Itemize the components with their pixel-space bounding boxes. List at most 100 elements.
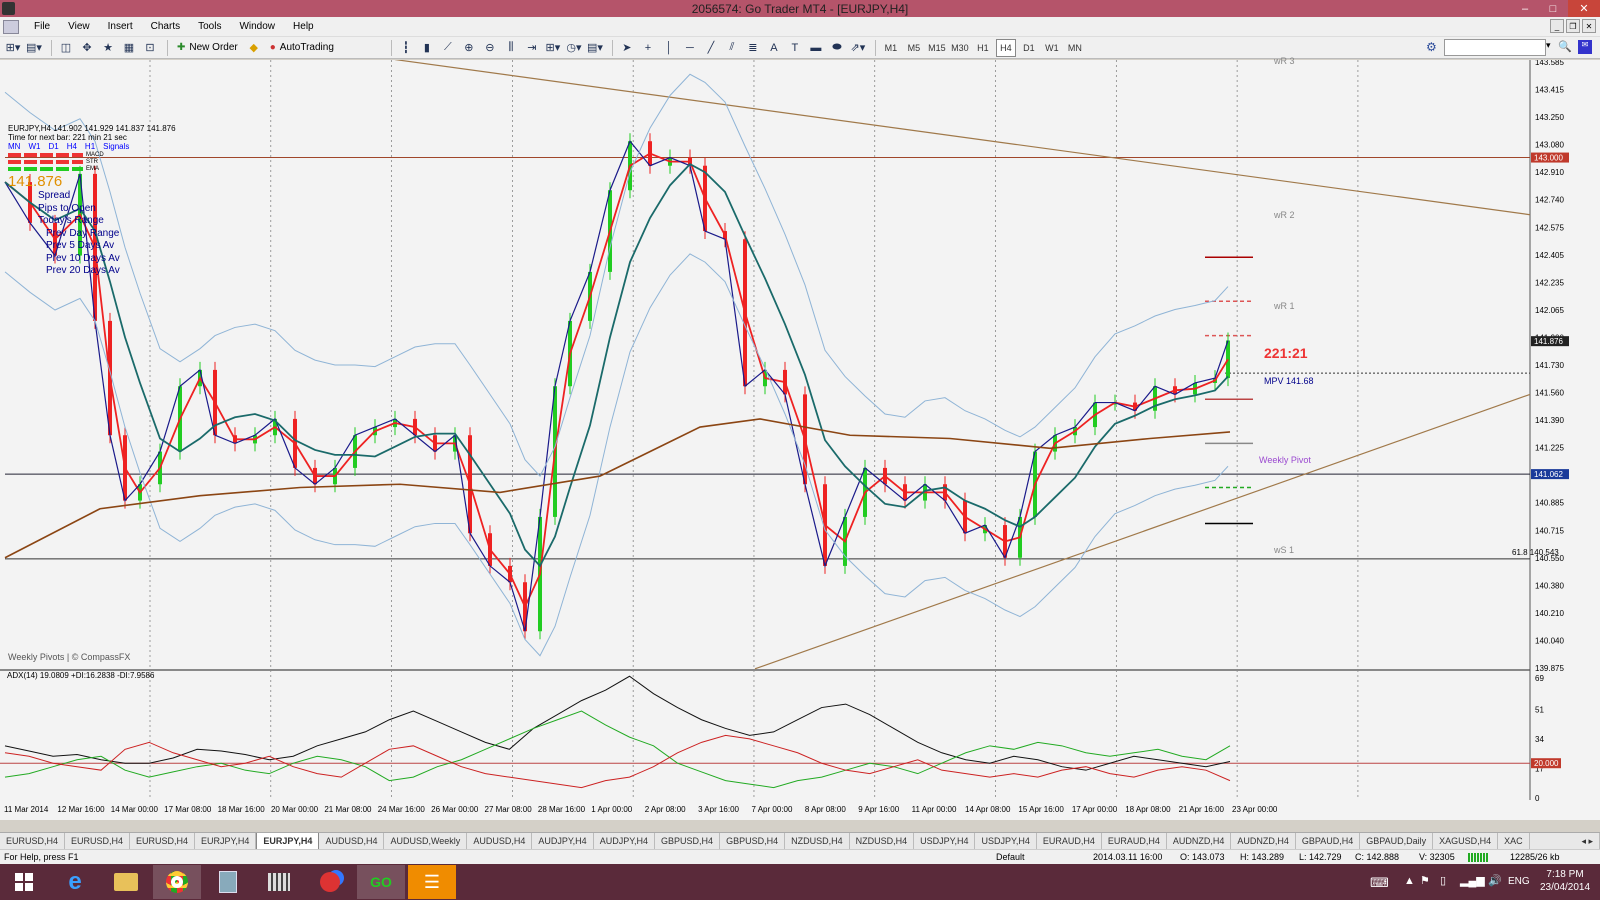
tray-arrow-icon[interactable]: ▲ (1404, 875, 1415, 887)
keyboard-icon[interactable]: ⌨ (1370, 875, 1389, 891)
data-window-icon[interactable]: ✥ (78, 39, 96, 57)
chart-tab[interactable]: EURUSD,H4 (0, 833, 66, 849)
channel-icon[interactable]: ⫽ (723, 39, 741, 57)
chat-icon[interactable]: ✉ (1578, 40, 1592, 54)
mt4-icon[interactable]: GO (357, 865, 405, 899)
menu-charts[interactable]: Charts (142, 21, 189, 32)
trendline-icon[interactable]: ╱ (702, 39, 720, 57)
chart-tab[interactable]: AUDJPY,H4 (594, 833, 656, 849)
chart-window[interactable]: 143.585 143.415 143.250 143.080 142.910 142.7… (0, 56, 1600, 820)
timeframe-d1[interactable]: D1 (1019, 39, 1039, 57)
profiles-icon[interactable]: ▤▾ (25, 39, 43, 57)
text-label-icon[interactable]: T (786, 39, 804, 57)
maximize-button[interactable]: □ (1540, 0, 1566, 17)
timeframe-m5[interactable]: M5 (904, 39, 924, 57)
chart-tab[interactable]: NZDUSD,H4 (850, 833, 915, 849)
chart-tab[interactable]: USDJPY,H4 (975, 833, 1037, 849)
minimize-button[interactable]: – (1512, 0, 1538, 17)
chart-tab[interactable]: NZDUSD,H4 (785, 833, 850, 849)
doc-icon[interactable] (3, 19, 19, 34)
search-input[interactable] (1444, 39, 1546, 56)
menu-help[interactable]: Help (284, 21, 323, 32)
chart-tab[interactable]: USDJPY,H4 (914, 833, 976, 849)
chart-tab[interactable]: XAGUSD,H4 (1433, 833, 1499, 849)
mdi-restore-button[interactable]: ❐ (1566, 19, 1580, 33)
chart-tab[interactable]: GBPAUD,H4 (1296, 833, 1361, 849)
autoscroll-icon[interactable]: ⇥ (523, 39, 541, 57)
timeframe-w1[interactable]: W1 (1042, 39, 1062, 57)
cursor-icon[interactable]: ➤ (618, 39, 636, 57)
zoom-out-icon[interactable]: ⊖ (481, 39, 499, 57)
timeframe-mn[interactable]: MN (1065, 39, 1085, 57)
menu-tools[interactable]: Tools (189, 21, 230, 32)
chart-tab[interactable]: EURUSD,H4 (65, 833, 131, 849)
tile-windows-icon[interactable]: ⫼ (502, 39, 520, 57)
ellipse-icon[interactable]: ⬬ (828, 39, 846, 57)
volume-icon[interactable]: 🔊 (1488, 874, 1502, 887)
timeframe-m15[interactable]: M15 (927, 39, 947, 57)
mdi-minimize-button[interactable]: _ (1550, 19, 1564, 33)
app-icon[interactable] (2, 2, 15, 15)
new-chart-icon[interactable]: ⊞▾ (4, 39, 22, 57)
chart-tab[interactable]: EURAUD,H4 (1102, 833, 1167, 849)
strategy-tester-icon[interactable]: ⊡ (141, 39, 159, 57)
network-icon[interactable]: ▂▄▆ (1460, 874, 1485, 887)
settings-gear-icon[interactable]: ⚙ (1426, 40, 1437, 54)
chart-tab[interactable]: AUDUSD,Weekly (384, 833, 468, 849)
fibonacci-icon[interactable]: ≣ (744, 39, 762, 57)
chart-tab[interactable]: EURAUD,H4 (1037, 833, 1102, 849)
chart-tab[interactable]: EURJPY,H4 (195, 833, 257, 849)
connection-bars-icon[interactable] (1468, 853, 1488, 862)
timeframe-m1[interactable]: M1 (881, 39, 901, 57)
line-chart-icon[interactable]: ⟋ (439, 39, 457, 57)
chart-tab[interactable]: EURJPY,H4 (256, 833, 320, 849)
search-icon[interactable]: 🔍 (1558, 40, 1572, 53)
text-icon[interactable]: A (765, 39, 783, 57)
chart-tab[interactable]: AUDNZD,H4 (1231, 833, 1296, 849)
file-explorer-icon[interactable] (102, 865, 150, 899)
language-indicator[interactable]: ENG (1508, 876, 1530, 887)
film-app-icon[interactable] (255, 865, 303, 899)
chrome-icon[interactable] (153, 865, 201, 899)
chart-tab[interactable]: AUDJPY,H4 (532, 833, 594, 849)
market-watch-icon[interactable]: ◫ (57, 39, 75, 57)
calculator-icon[interactable] (204, 865, 252, 899)
indicators-icon[interactable]: ⊞▾ (544, 39, 562, 57)
rectangle-icon[interactable]: ▬ (807, 39, 825, 57)
horizontal-line-icon[interactable]: ─ (681, 39, 699, 57)
battery-icon[interactable]: ▯ (1440, 874, 1446, 887)
new-order-button[interactable]: ✚ New Order (173, 39, 242, 57)
menu-window[interactable]: Window (230, 21, 284, 32)
start-button[interactable] (0, 865, 48, 899)
search-dropdown-icon[interactable]: ▾ (1546, 40, 1551, 51)
navigator-icon[interactable]: ★ (99, 39, 117, 57)
menu-file[interactable]: File (25, 21, 59, 32)
tab-scroll-arrows[interactable]: ◂ ▸ (1575, 833, 1600, 849)
chart-tab[interactable]: AUDNZD,H4 (1167, 833, 1232, 849)
menu-view[interactable]: View (59, 21, 99, 32)
skype-icon[interactable] (306, 865, 354, 899)
mdi-close-button[interactable]: ✕ (1582, 19, 1596, 33)
metaeditor-icon[interactable]: ◆ (245, 39, 263, 57)
terminal-icon[interactable]: ▦ (120, 39, 138, 57)
ie-icon[interactable]: e (51, 865, 99, 899)
chart-tab[interactable]: AUDUSD,H4 (319, 833, 385, 849)
chart-tab[interactable]: EURUSD,H4 (130, 833, 196, 849)
chart-tab[interactable]: GBPUSD,H4 (720, 833, 786, 849)
arrows-icon[interactable]: ⇗▾ (849, 39, 867, 57)
chart-tab[interactable]: XAC (1498, 833, 1530, 849)
bar-chart-icon[interactable]: ┇ (397, 39, 415, 57)
price-chart[interactable]: 143.585 143.415 143.250 143.080 142.910 142.7… (0, 60, 1600, 820)
timeframe-h1[interactable]: H1 (973, 39, 993, 57)
candle-chart-icon[interactable]: ▮ (418, 39, 436, 57)
flag-icon[interactable]: ⚑ (1420, 874, 1430, 887)
timeframe-h4[interactable]: H4 (995, 38, 1016, 57)
clock[interactable]: 7:18 PM 23/04/2014 (1540, 868, 1590, 894)
vertical-line-icon[interactable]: │ (660, 39, 678, 57)
menu-insert[interactable]: Insert (99, 21, 142, 32)
templates-icon[interactable]: ▤▾ (586, 39, 604, 57)
chart-tab[interactable]: GBPAUD,Daily (1360, 833, 1434, 849)
periods-icon[interactable]: ◷▾ (565, 39, 583, 57)
zoom-in-icon[interactable]: ⊕ (460, 39, 478, 57)
notes-app-icon[interactable]: ☰ (408, 865, 456, 899)
